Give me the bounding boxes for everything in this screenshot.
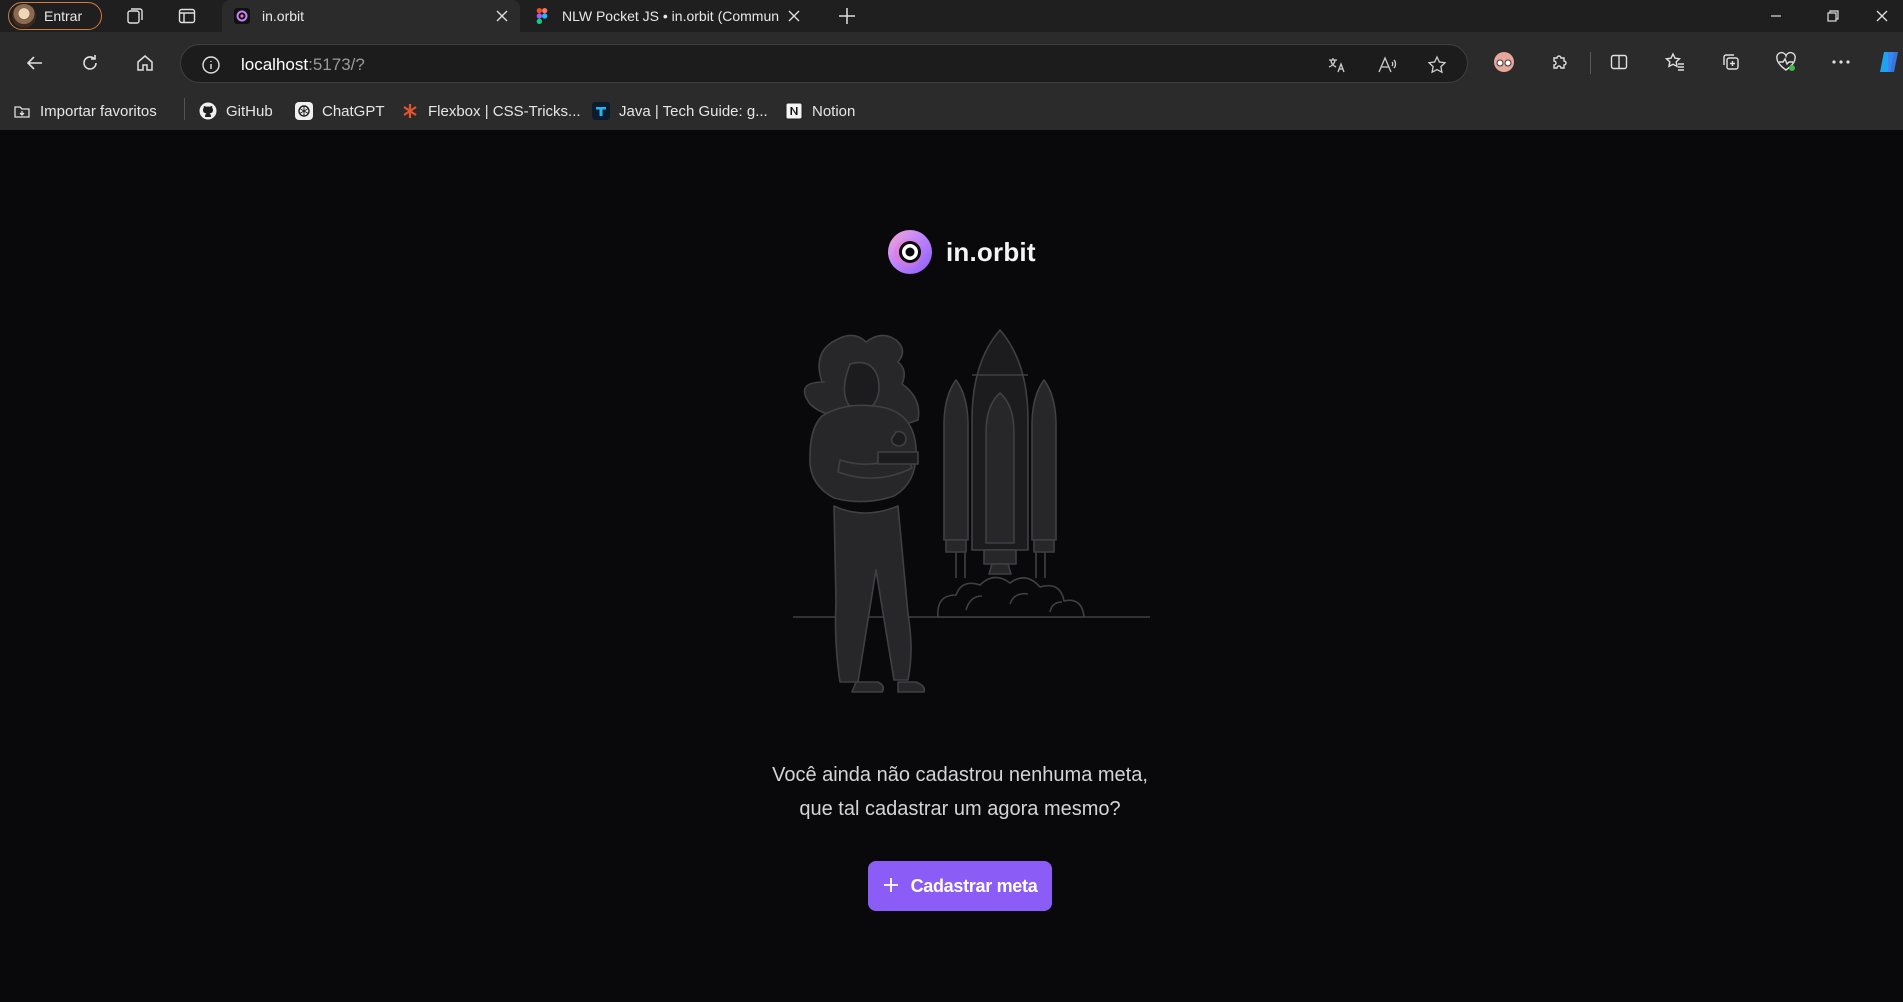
address-bar[interactable]: localhost:5173/? bbox=[180, 44, 1468, 83]
minimize-icon[interactable] bbox=[1751, 0, 1801, 32]
bookmark-java-tech-guide[interactable]: Java | Tech Guide: g... bbox=[591, 100, 768, 122]
favorites-icon[interactable] bbox=[1661, 48, 1689, 76]
empty-state-message: Você ainda não cadastrou nenhuma meta, q… bbox=[700, 758, 1220, 826]
restore-icon[interactable] bbox=[1808, 0, 1858, 32]
profile-label: Entrar bbox=[44, 8, 83, 24]
collections-icon[interactable] bbox=[1717, 48, 1745, 76]
close-tab-icon[interactable] bbox=[492, 6, 512, 26]
favorite-star-icon[interactable] bbox=[1426, 54, 1448, 76]
cadastrar-meta-label: Cadastrar meta bbox=[910, 875, 1038, 896]
site-info-icon[interactable] bbox=[201, 55, 221, 80]
bookmarks-separator bbox=[184, 98, 185, 120]
plus-icon bbox=[883, 875, 899, 897]
read-aloud-icon[interactable] bbox=[1376, 54, 1398, 76]
csstricks-icon bbox=[400, 101, 420, 121]
workspaces-icon[interactable] bbox=[123, 4, 147, 28]
split-screen-icon[interactable] bbox=[1605, 48, 1633, 76]
more-options-icon[interactable] bbox=[1827, 48, 1855, 76]
bookmark-label: Importar favoritos bbox=[40, 102, 157, 120]
address-url[interactable]: localhost:5173/? bbox=[241, 55, 365, 75]
app-logo: in.orbit bbox=[886, 228, 1036, 276]
new-tab-icon[interactable] bbox=[835, 4, 859, 28]
profile-button[interactable]: Entrar bbox=[8, 2, 102, 30]
close-window-icon[interactable] bbox=[1860, 0, 1903, 32]
figma-favicon-icon bbox=[534, 8, 550, 24]
tab-inorbit[interactable]: in.orbit bbox=[222, 0, 520, 32]
bookmark-label: Notion bbox=[812, 102, 856, 120]
empty-state-line-2: que tal cadastrar um agora mesmo? bbox=[799, 798, 1121, 820]
import-icon bbox=[12, 101, 32, 121]
profile-avatar bbox=[12, 4, 36, 28]
url-host: localhost bbox=[241, 55, 309, 74]
extensions-puzzle-icon[interactable] bbox=[1546, 48, 1574, 76]
url-path: :5173/? bbox=[308, 55, 365, 74]
techguide-icon bbox=[591, 101, 611, 121]
bookmark-importar-favoritos[interactable]: Importar favoritos bbox=[12, 100, 157, 122]
bookmark-label: ChatGPT bbox=[322, 102, 385, 120]
bookmark-label: Flexbox | CSS-Tricks... bbox=[428, 102, 581, 120]
chatgpt-icon bbox=[294, 101, 314, 121]
browser-essentials-icon[interactable] bbox=[1772, 48, 1800, 76]
app-name: in.orbit bbox=[946, 236, 1036, 267]
home-icon[interactable] bbox=[130, 48, 160, 78]
copilot-icon[interactable] bbox=[1875, 48, 1903, 76]
extension-glasses-icon[interactable] bbox=[1490, 48, 1518, 76]
notion-icon bbox=[784, 101, 804, 121]
browser-toolbar: localhost:5173/? bbox=[0, 32, 1903, 92]
empty-state-line-1: Você ainda não cadastrou nenhuma meta, bbox=[772, 764, 1148, 786]
inorbit-logo-icon bbox=[888, 230, 932, 274]
bookmark-label: GitHub bbox=[226, 102, 273, 120]
back-icon[interactable] bbox=[20, 48, 50, 78]
reload-icon[interactable] bbox=[75, 48, 105, 78]
toolbar-separator bbox=[1590, 52, 1591, 74]
close-tab-icon[interactable] bbox=[784, 6, 804, 26]
tab-title: in.orbit bbox=[262, 8, 305, 24]
bookmark-github[interactable]: GitHub bbox=[198, 100, 273, 122]
bookmark-notion[interactable]: Notion bbox=[784, 100, 855, 122]
browser-titlebar: Entrar in.orbit NLW Pocket JS • in.orbit… bbox=[0, 0, 1903, 32]
tab-figma[interactable]: NLW Pocket JS • in.orbit (Commun bbox=[522, 0, 812, 32]
translate-icon[interactable] bbox=[1326, 54, 1348, 76]
bookmark-flexbox-css-tricks[interactable]: Flexbox | CSS-Tricks... bbox=[400, 100, 581, 122]
inorbit-favicon-icon bbox=[234, 8, 250, 24]
bookmark-chatgpt[interactable]: ChatGPT bbox=[294, 100, 385, 122]
vertical-tabs-icon[interactable] bbox=[175, 4, 199, 28]
tab-title: NLW Pocket JS • in.orbit (Commun bbox=[562, 8, 780, 24]
rocket-launch-illustration bbox=[793, 329, 1150, 693]
bookmarks-bar: Importar favoritos GitHub ChatGPT Flexbo… bbox=[0, 92, 1903, 130]
cadastrar-meta-button[interactable]: Cadastrar meta bbox=[868, 861, 1052, 911]
github-icon bbox=[198, 101, 218, 121]
bookmark-label: Java | Tech Guide: g... bbox=[619, 102, 768, 120]
